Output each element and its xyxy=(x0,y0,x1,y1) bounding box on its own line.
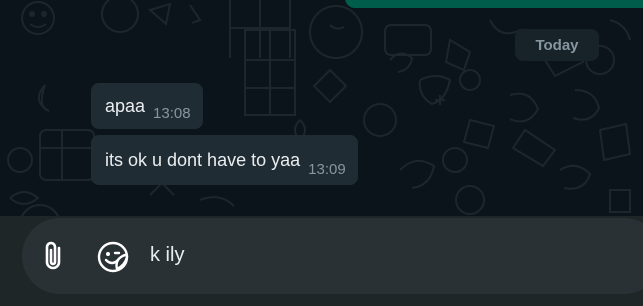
message-timestamp: 13:09 xyxy=(308,161,346,178)
attach-button[interactable] xyxy=(36,238,72,274)
message-text: apaa xyxy=(105,96,146,116)
outgoing-bubble-edge xyxy=(345,0,643,8)
message-bubble-incoming[interactable]: its ok u dont have to yaa 13:09 xyxy=(91,135,358,185)
message-text: its ok u dont have to yaa xyxy=(105,150,301,170)
sticker-button[interactable] xyxy=(93,237,133,277)
message-bubble-incoming[interactable]: apaa 13:08 xyxy=(91,83,203,129)
date-divider: Today xyxy=(515,29,599,61)
sticker-icon xyxy=(97,241,129,273)
date-divider-label: Today xyxy=(535,36,579,54)
message-timestamp: 13:08 xyxy=(153,105,191,122)
message-input[interactable] xyxy=(150,240,620,270)
paperclip-icon xyxy=(45,241,61,270)
